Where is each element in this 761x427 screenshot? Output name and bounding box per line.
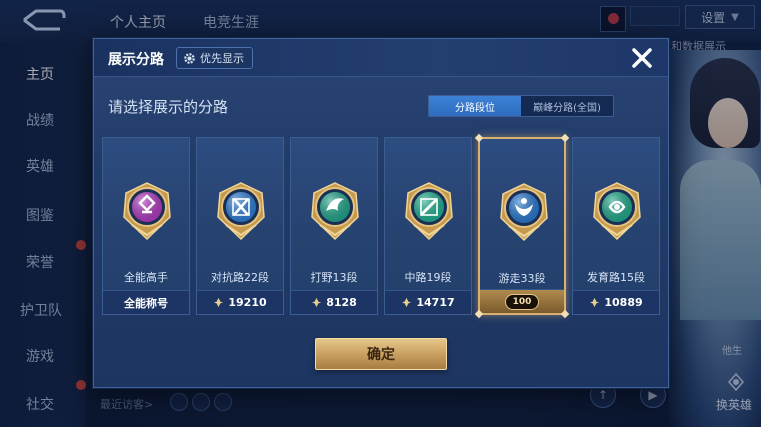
- clash-lane-emblem-icon: [217, 182, 265, 241]
- lane-points-icon: [590, 297, 600, 308]
- close-icon: [632, 48, 652, 68]
- lane-card[interactable]: 发育路15段 10889: [572, 137, 660, 315]
- lane-points-icon: [214, 297, 224, 308]
- lane-card[interactable]: 游走33段 100: [474, 133, 570, 319]
- lane-role-label: 对抗路22段: [211, 271, 269, 284]
- lane-card[interactable]: 中路19段 14717: [384, 137, 472, 315]
- lane-card-footer: 100: [480, 289, 564, 313]
- lane-card-footer: 8128: [291, 290, 377, 314]
- all-round-emblem-icon: [123, 182, 171, 241]
- lane-card[interactable]: 全能高手 全能称号: [102, 137, 190, 315]
- tab-peak-lane[interactable]: 巅峰分路(全国): [521, 96, 613, 116]
- lane-points-value: 8128: [326, 296, 357, 309]
- lane-role-label: 中路19段: [404, 271, 452, 284]
- lane-points-value: 19210: [228, 296, 267, 309]
- lane-card-footer: 19210: [197, 290, 283, 314]
- dialog-header: 展示分路 优先显示: [94, 39, 668, 77]
- lane-title-label: 全能称号: [124, 296, 168, 310]
- roam-emblem-icon: [500, 183, 548, 242]
- rank-badge: 100: [505, 293, 539, 310]
- priority-display-button[interactable]: 优先显示: [176, 47, 253, 69]
- lane-card-list: 全能高手 全能称号 对抗路22段 19210 打野13段 8128 中路19段 14717 游走…: [102, 133, 660, 319]
- jungle-emblem-icon: [311, 182, 359, 241]
- mid-lane-emblem-icon: [405, 182, 453, 241]
- farm-lane-emblem-icon: [593, 182, 641, 241]
- lane-points-value: 10889: [604, 296, 643, 309]
- confirm-button[interactable]: 确定: [315, 338, 447, 370]
- select-prompt: 请选择展示的分路: [108, 98, 229, 116]
- gear-icon: [184, 52, 195, 64]
- lane-role-label: 发育路15段: [587, 271, 645, 284]
- lane-card-footer: 10889: [573, 290, 659, 314]
- tab-lane-rank[interactable]: 分路段位: [429, 96, 521, 116]
- dialog-title: 展示分路: [108, 52, 164, 68]
- priority-label: 优先显示: [200, 52, 244, 65]
- lane-points-icon: [312, 297, 322, 308]
- close-button[interactable]: [624, 41, 660, 75]
- selection-corner-gem: [560, 309, 570, 319]
- lane-card-footer: 全能称号: [103, 290, 189, 314]
- lane-role-label: 全能高手: [124, 271, 168, 284]
- lane-role-label: 游走33段: [498, 272, 546, 285]
- lane-points-value: 14717: [416, 296, 455, 309]
- lane-mode-toggle: 分路段位 巅峰分路(全国): [428, 95, 614, 117]
- display-lane-dialog: 展示分路 优先显示 请选择展示的分路 分路段位 巅峰分路(全国) 全能高手全能称…: [93, 38, 669, 388]
- lane-card[interactable]: 打野13段 8128: [290, 137, 378, 315]
- lane-card[interactable]: 对抗路22段 19210: [196, 137, 284, 315]
- lane-points-icon: [402, 297, 412, 308]
- lane-card-footer: 14717: [385, 290, 471, 314]
- lane-role-label: 打野13段: [310, 271, 358, 284]
- selection-corner-gem: [560, 133, 570, 143]
- selection-corner-gem: [474, 133, 484, 143]
